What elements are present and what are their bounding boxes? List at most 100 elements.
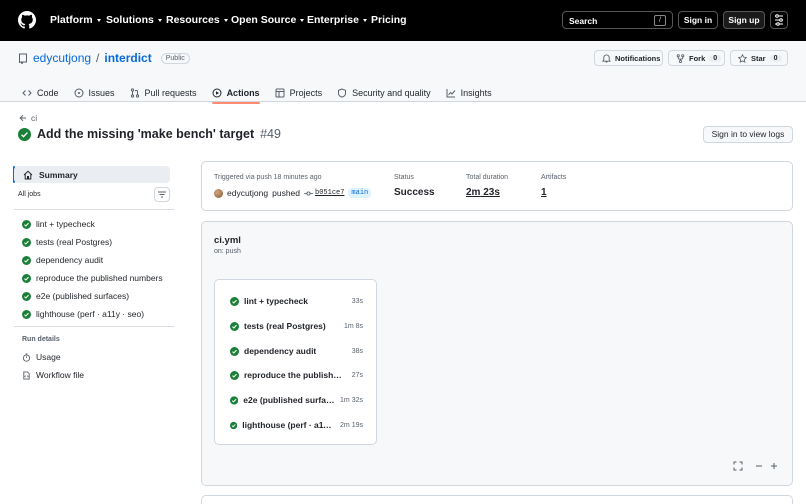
- nav-platform[interactable]: Platform: [50, 14, 101, 26]
- commit-link[interactable]: b051ce7: [304, 189, 344, 197]
- filter-jobs-button[interactable]: [154, 187, 170, 202]
- sidebar-job[interactable]: e2e (published surfaces): [22, 291, 129, 301]
- nav-solutions[interactable]: Solutions: [106, 14, 162, 26]
- play-icon: [212, 88, 222, 97]
- repo-owner-link[interactable]: edycutjong: [33, 51, 91, 65]
- graph-job[interactable]: lint + typecheck 33s: [230, 296, 363, 306]
- repo-tabs: Code Issues Pull requests Actions Projec…: [22, 83, 507, 104]
- run-number: #49: [260, 127, 281, 141]
- tab-projects[interactable]: Projects: [275, 83, 322, 102]
- actor-link[interactable]: edycutjong: [227, 188, 268, 198]
- check-circle-fill-icon: [230, 395, 239, 405]
- sidebar-item-workflow-file[interactable]: Workflow file: [22, 370, 84, 380]
- shield-icon: [338, 87, 347, 98]
- graph-job[interactable]: tests (real Postgres) 1m 8s: [230, 321, 363, 331]
- fullscreen-button[interactable]: [731, 459, 745, 473]
- graph-icon: [446, 88, 456, 97]
- push-details: edycutjong pushed b051ce7 main: [214, 188, 372, 198]
- repo-title: edycutjong / interdict Public: [18, 51, 190, 65]
- avatar[interactable]: [214, 188, 223, 198]
- run-summary-card: Triggered via push 18 minutes ago edycut…: [201, 161, 793, 211]
- push-action: pushed: [272, 188, 301, 198]
- divider: [14, 209, 174, 210]
- star-button[interactable]: Star 0: [730, 50, 788, 66]
- arrow-left-icon: [19, 114, 26, 122]
- search-shortcut-key: /: [654, 15, 666, 26]
- repo-icon: [19, 53, 27, 64]
- repo-header: edycutjong / interdict Public Notificati…: [0, 41, 806, 104]
- nav-open-source[interactable]: Open Source: [231, 14, 305, 26]
- tab-pull-requests[interactable]: Pull requests: [130, 83, 197, 102]
- sign-in-to-view-logs-button[interactable]: Sign in to view logs: [703, 126, 793, 143]
- chevron-down-icon: [223, 19, 228, 22]
- nav-resources[interactable]: Resources: [166, 14, 228, 26]
- graph-job[interactable]: dependency audit 38s: [230, 346, 363, 356]
- zoom-out-button[interactable]: [752, 459, 766, 473]
- back-to-workflow-link[interactable]: ci: [19, 113, 37, 123]
- sidebar-item-summary[interactable]: Summary: [14, 166, 170, 183]
- tab-issues[interactable]: Issues: [74, 83, 115, 102]
- minus-icon: [756, 465, 762, 467]
- zoom-in-button[interactable]: [767, 459, 781, 473]
- branch-label[interactable]: main: [348, 188, 372, 198]
- tab-insights[interactable]: Insights: [446, 83, 492, 102]
- chevron-down-icon: [157, 19, 162, 22]
- tab-actions[interactable]: Actions: [211, 83, 260, 104]
- check-circle-fill-icon: [230, 296, 239, 306]
- all-jobs-heading: All jobs: [18, 191, 41, 198]
- run-details-heading: Run details: [22, 336, 60, 343]
- pull-request-icon: [130, 87, 139, 98]
- nav-pricing[interactable]: Pricing: [371, 14, 407, 26]
- star-icon: [738, 53, 747, 63]
- sidebar-job[interactable]: dependency audit: [22, 255, 103, 265]
- status-stat: Status Success: [394, 174, 435, 198]
- top-navigation: Platform Solutions Resources Open Source…: [0, 0, 806, 41]
- chevron-down-icon: [362, 19, 367, 22]
- duration-value[interactable]: 2m 23s: [466, 187, 508, 198]
- sidebar-job[interactable]: tests (real Postgres): [22, 237, 112, 247]
- job-group: lint + typecheck 33s tests (real Postgre…: [214, 279, 377, 445]
- artifacts-value[interactable]: 1: [541, 187, 566, 198]
- sliders-icon: [775, 14, 783, 26]
- check-circle-fill-icon: [22, 273, 31, 283]
- status-value: Success: [394, 187, 435, 198]
- star-count: 0: [769, 54, 782, 62]
- sidebar-item-usage[interactable]: Usage: [22, 352, 61, 362]
- graph-job[interactable]: reproduce the published numbers 27s: [230, 370, 363, 380]
- check-circle-fill-icon: [22, 219, 31, 229]
- fork-icon: [676, 53, 685, 63]
- filter-icon: [158, 191, 166, 198]
- sign-up-button[interactable]: Sign up: [723, 11, 765, 29]
- search-input[interactable]: Search /: [562, 11, 673, 29]
- workflow-trigger: on: push: [214, 248, 241, 255]
- repo-name-link[interactable]: interdict: [104, 51, 151, 65]
- divider: [14, 326, 174, 327]
- sidebar-job[interactable]: reproduce the published numbers: [22, 273, 163, 283]
- expand-icon: [733, 461, 743, 471]
- tab-security[interactable]: Security and quality: [337, 83, 431, 102]
- fork-button[interactable]: Fork 0: [668, 50, 725, 66]
- github-mark-icon[interactable]: [18, 11, 36, 29]
- trigger-description: Triggered via push 18 minutes ago: [214, 174, 322, 181]
- home-icon: [23, 170, 33, 179]
- notifications-button[interactable]: Notifications: [594, 50, 663, 66]
- sign-in-button[interactable]: Sign in: [678, 11, 718, 29]
- bell-icon: [602, 53, 611, 63]
- check-circle-fill-icon: [22, 255, 31, 265]
- repo-separator: /: [96, 51, 100, 65]
- sidebar-job[interactable]: lint + typecheck: [22, 219, 95, 229]
- graph-job[interactable]: e2e (published surfaces) 1m 32s: [230, 395, 363, 405]
- stopwatch-icon: [22, 352, 31, 362]
- table-icon: [275, 88, 285, 97]
- nav-enterprise[interactable]: Enterprise: [307, 14, 367, 26]
- git-commit-icon: [304, 190, 313, 196]
- graph-job[interactable]: lighthouse (perf · a11y · seo) 2m 19s: [230, 420, 363, 430]
- run-title-text: Add the missing 'make bench' target: [37, 127, 255, 141]
- tab-code[interactable]: Code: [22, 83, 59, 102]
- preferences-button[interactable]: [770, 11, 788, 29]
- check-circle-fill-icon: [22, 237, 31, 247]
- workflow-file-name: ci.yml: [214, 235, 241, 246]
- artifacts-card: [201, 495, 793, 504]
- artifacts-stat: Artifacts 1: [541, 174, 567, 198]
- sidebar-job[interactable]: lighthouse (perf · a11y · seo): [22, 309, 144, 319]
